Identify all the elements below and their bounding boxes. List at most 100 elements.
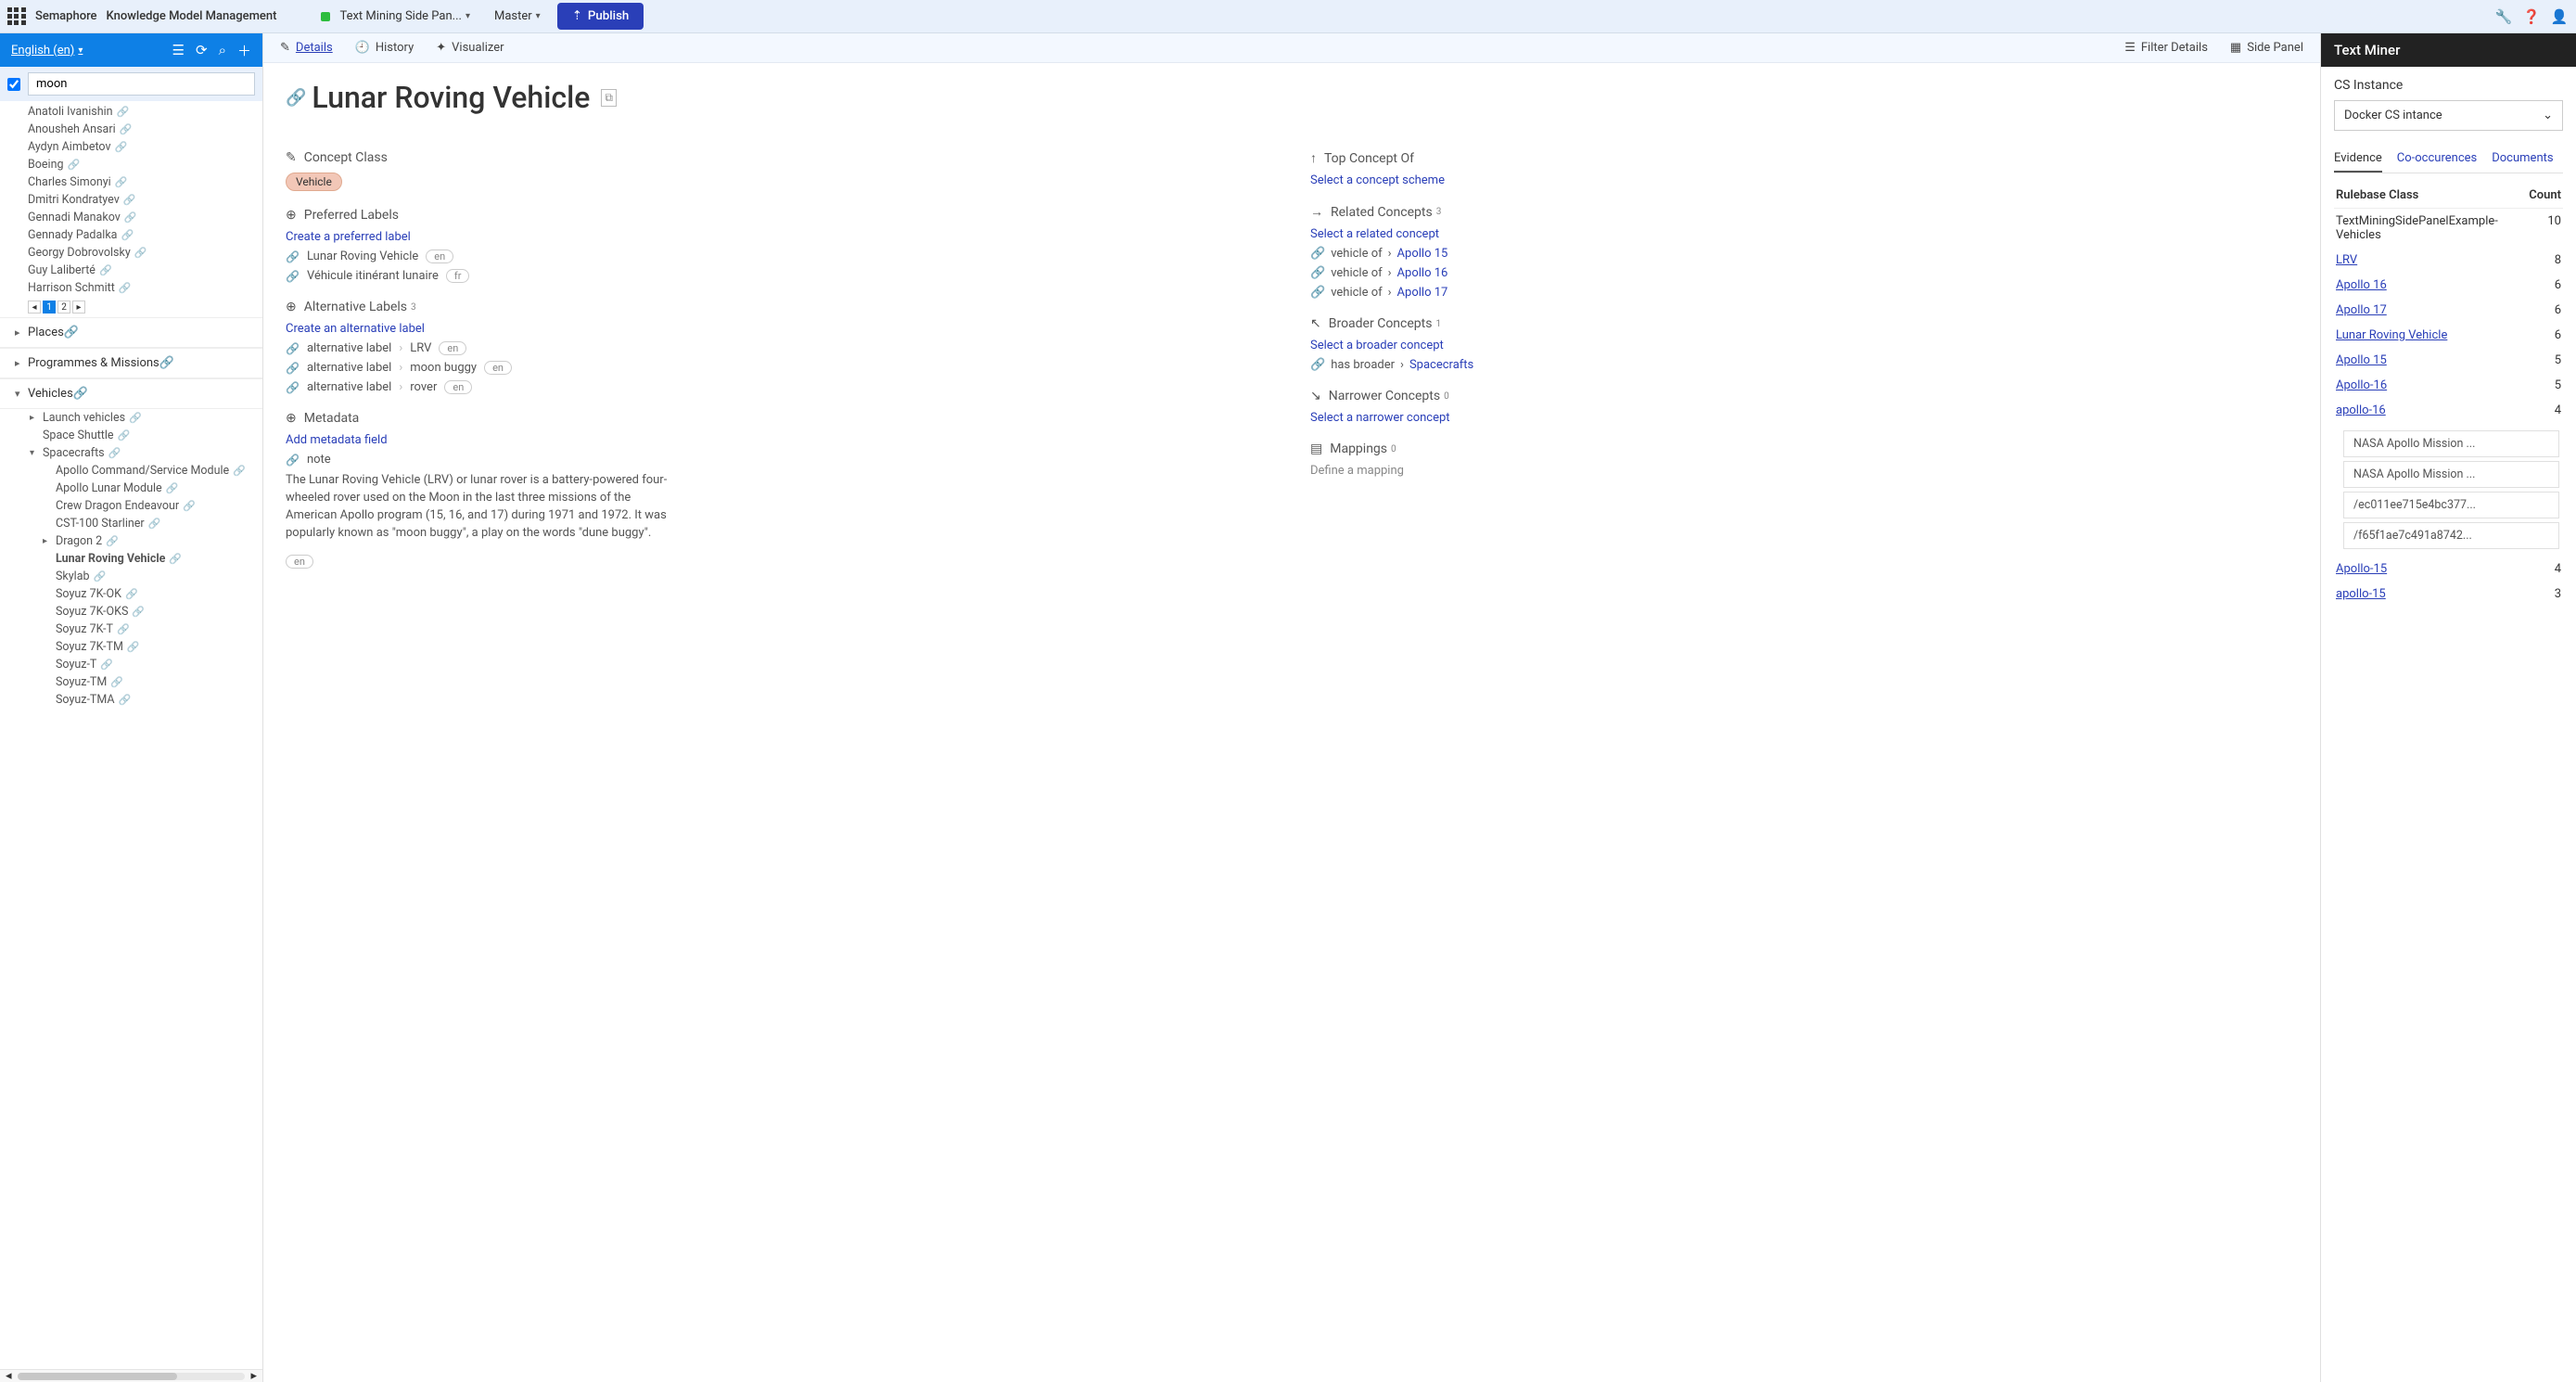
- rp-evidence-link[interactable]: Apollo-16: [2336, 378, 2387, 392]
- rp-evidence-row[interactable]: Apollo-165: [2334, 373, 2563, 398]
- rp-tab[interactable]: Documents: [2492, 146, 2553, 173]
- broader-concept-row[interactable]: 🔗has broader›Spacecrafts: [1310, 358, 2298, 372]
- rp-evidence-row[interactable]: Apollo-154: [2334, 557, 2563, 582]
- related-concept-row[interactable]: 🔗vehicle of›Apollo 17: [1310, 286, 2298, 300]
- apps-icon[interactable]: [7, 7, 26, 26]
- alt-label-row[interactable]: 🔗alternative label›roveren: [286, 380, 1273, 394]
- search-input[interactable]: [28, 72, 255, 96]
- add-metadata-link[interactable]: Add metadata field: [286, 433, 1273, 447]
- rp-evidence-row[interactable]: Apollo 155: [2334, 348, 2563, 373]
- rp-evidence-row[interactable]: LRV8: [2334, 248, 2563, 273]
- tree-item[interactable]: Soyuz 7K-T🔗: [43, 621, 262, 638]
- rp-evidence-link[interactable]: apollo-15: [2336, 587, 2386, 601]
- rp-evidence-link[interactable]: apollo-16: [2336, 403, 2386, 417]
- tab-history[interactable]: 🕘History: [355, 41, 414, 55]
- select-related-link[interactable]: Select a related concept: [1310, 227, 2298, 241]
- define-mapping-link[interactable]: Define a mapping: [1310, 464, 2298, 478]
- filter-details-button[interactable]: ☰Filter Details: [2124, 41, 2208, 55]
- related-concept-row[interactable]: 🔗vehicle of›Apollo 16: [1310, 266, 2298, 280]
- rp-evidence-row[interactable]: apollo-153: [2334, 582, 2563, 607]
- rp-evidence-link[interactable]: Apollo-15: [2336, 562, 2387, 576]
- alt-label-row[interactable]: 🔗alternative label›LRVen: [286, 341, 1273, 355]
- select-narrower-link[interactable]: Select a narrower concept: [1310, 411, 2298, 425]
- tree-item-person[interactable]: Charles Simonyi🔗: [0, 173, 262, 191]
- tree-item[interactable]: Soyuz-T🔗: [43, 656, 262, 673]
- tree-item-person[interactable]: Boeing🔗: [0, 156, 262, 173]
- rp-evidence-link[interactable]: Apollo 15: [2336, 353, 2387, 367]
- tree-item-person[interactable]: Georgy Dobrovolsky🔗: [0, 244, 262, 262]
- select-scheme-link[interactable]: Select a concept scheme: [1310, 173, 2298, 187]
- tree-item[interactable]: Lunar Roving Vehicle🔗: [43, 550, 262, 568]
- tree-item-person[interactable]: Harrison Schmitt🔗: [0, 279, 262, 297]
- select-broader-link[interactable]: Select a broader concept: [1310, 339, 2298, 352]
- tree-item-person[interactable]: Guy Laliberté🔗: [0, 262, 262, 279]
- rp-evidence-subitem[interactable]: /f65f1ae7c491a8742...: [2343, 522, 2559, 549]
- tree-section-vehicles[interactable]: ▾Vehicles🔗: [0, 378, 262, 409]
- create-alt-label[interactable]: Create an alternative label: [286, 322, 1273, 336]
- tree-item[interactable]: Apollo Lunar Module🔗: [43, 480, 262, 497]
- rp-evidence-subitem[interactable]: NASA Apollo Mission ...: [2343, 430, 2559, 457]
- tree-item[interactable]: ▸Launch vehicles🔗: [30, 409, 262, 427]
- language-selector[interactable]: English (en) ▾: [11, 44, 83, 58]
- rp-evidence-row[interactable]: apollo-164: [2334, 398, 2563, 423]
- help-icon[interactable]: ❓: [2522, 7, 2541, 26]
- tree-item[interactable]: Apollo Command/Service Module🔗: [43, 462, 262, 480]
- tree-item[interactable]: Skylab🔗: [43, 568, 262, 585]
- rp-evidence-row[interactable]: Lunar Roving Vehicle6: [2334, 323, 2563, 348]
- tree-section-programmes[interactable]: ▸Programmes & Missions🔗: [0, 348, 262, 378]
- rp-evidence-link[interactable]: Apollo 17: [2336, 303, 2387, 317]
- tree-item-person[interactable]: Gennadi Manakov🔗: [0, 209, 262, 226]
- brand-link[interactable]: Semaphore: [35, 9, 97, 23]
- rp-evidence-link[interactable]: Apollo 16: [2336, 278, 2387, 292]
- tree-item-person[interactable]: Anousheh Ansari🔗: [0, 121, 262, 138]
- tab-visualizer[interactable]: ✦Visualizer: [436, 41, 504, 55]
- tree-item[interactable]: Soyuz 7K-OKS🔗: [43, 603, 262, 621]
- rp-evidence-link[interactable]: Lunar Roving Vehicle: [2336, 328, 2447, 342]
- pager-prev[interactable]: ◂: [28, 301, 41, 314]
- rp-evidence-link[interactable]: LRV: [2336, 253, 2357, 267]
- alt-label-row[interactable]: 🔗alternative label›moon buggyen: [286, 361, 1273, 375]
- pager-page[interactable]: 2: [57, 301, 70, 314]
- tree-item-person[interactable]: Aydyn Aimbetov🔗: [0, 138, 262, 156]
- tree-item[interactable]: Soyuz 7K-OK🔗: [43, 585, 262, 603]
- related-concept-row[interactable]: 🔗vehicle of›Apollo 15: [1310, 247, 2298, 261]
- sidebar-scrollbar[interactable]: ◂▸: [0, 1369, 262, 1382]
- preferred-label-row[interactable]: 🔗Lunar Roving Vehicleen: [286, 250, 1273, 263]
- cs-instance-select[interactable]: Docker CS intance⌄: [2334, 100, 2563, 131]
- rp-evidence-subitem[interactable]: NASA Apollo Mission ...: [2343, 461, 2559, 488]
- tree-item[interactable]: ▸Dragon 2🔗: [43, 532, 262, 550]
- pager-next[interactable]: ▸: [72, 301, 85, 314]
- search-checkbox[interactable]: [7, 78, 20, 91]
- user-icon[interactable]: 👤: [2550, 7, 2569, 26]
- side-panel-button[interactable]: ▦Side Panel: [2230, 41, 2303, 55]
- tree-item-person[interactable]: Anatoli Ivanishin🔗: [0, 103, 262, 121]
- pager-page[interactable]: 1: [43, 301, 56, 314]
- rp-tab[interactable]: Evidence: [2334, 146, 2382, 173]
- tree-item[interactable]: Soyuz-TMA🔗: [43, 691, 262, 709]
- tab-details[interactable]: ✎Details: [280, 41, 333, 55]
- preferred-label-row[interactable]: 🔗Véhicule itinérant lunairefr: [286, 269, 1273, 283]
- tree-item[interactable]: Soyuz-TM🔗: [43, 673, 262, 691]
- copy-icon[interactable]: ⧉: [601, 89, 617, 107]
- concept-class-chip[interactable]: Vehicle: [286, 173, 342, 191]
- module-link[interactable]: Knowledge Model Management: [107, 9, 277, 23]
- tree-item-person[interactable]: Dmitri Kondratyev🔗: [0, 191, 262, 209]
- tree-item[interactable]: Space Shuttle🔗: [30, 427, 262, 444]
- tree-item[interactable]: CST-100 Starliner🔗: [43, 515, 262, 532]
- rp-evidence-row[interactable]: Apollo 166: [2334, 273, 2563, 298]
- branch-dropdown[interactable]: Master: [487, 6, 548, 27]
- list-icon[interactable]: ☰: [172, 42, 185, 58]
- project-dropdown[interactable]: Text Mining Side Pan...: [313, 6, 478, 27]
- publish-button[interactable]: ⇡Publish: [557, 3, 644, 30]
- add-icon[interactable]: ＋: [237, 41, 251, 60]
- rp-tab[interactable]: Co-occurences: [2397, 146, 2477, 173]
- tree-item[interactable]: ▾Spacecrafts🔗: [30, 444, 262, 462]
- wrench-icon[interactable]: 🔧: [2494, 7, 2513, 26]
- tree-item[interactable]: Soyuz 7K-TM🔗: [43, 638, 262, 656]
- rp-evidence-row[interactable]: Apollo 176: [2334, 298, 2563, 323]
- tree-item[interactable]: Crew Dragon Endeavour🔗: [43, 497, 262, 515]
- create-preferred-label[interactable]: Create a preferred label: [286, 230, 1273, 244]
- rp-evidence-subitem[interactable]: /ec011ee715e4bc377...: [2343, 492, 2559, 518]
- search-icon[interactable]: ⌕: [219, 42, 226, 58]
- tree-section-places[interactable]: ▸Places🔗: [0, 317, 262, 348]
